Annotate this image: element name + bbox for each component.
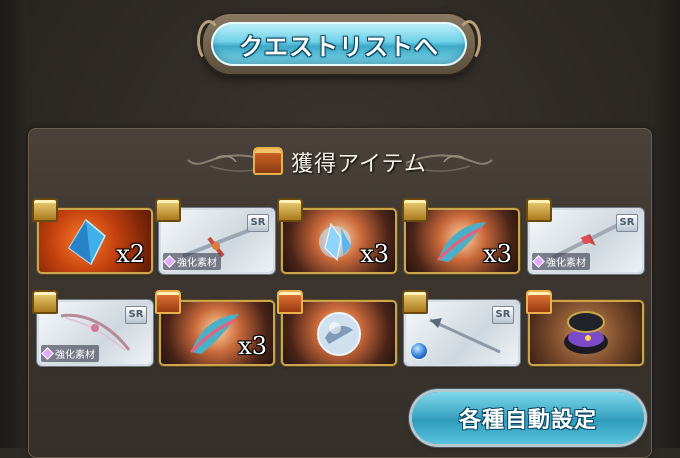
treasure-chest-icon bbox=[32, 290, 58, 314]
item-quantity: x2 bbox=[116, 240, 145, 268]
item-quantity: x3 bbox=[483, 240, 512, 268]
quest-list-label: クエストリストへ bbox=[239, 32, 439, 61]
enhancement-material-tag: 強化素材 bbox=[532, 253, 590, 270]
treasure-chest-icon bbox=[155, 198, 181, 222]
treasure-chest-icon bbox=[526, 198, 552, 222]
treasure-chest-icon bbox=[253, 147, 284, 175]
treasure-chest-icon bbox=[277, 290, 303, 314]
treasure-chest-icon bbox=[402, 198, 428, 222]
diamond-icon bbox=[532, 255, 545, 268]
diamond-icon bbox=[41, 347, 54, 360]
blue-crystal-icon bbox=[68, 218, 106, 266]
left-edge-shade bbox=[0, 0, 28, 448]
scale-fragment-icon bbox=[189, 314, 239, 354]
blue-shard-icon bbox=[319, 222, 351, 262]
treasure-chest-icon bbox=[277, 198, 303, 222]
treasure-chest-icon bbox=[526, 290, 552, 314]
rarity-badge: SR bbox=[492, 306, 514, 324]
items-panel-header: 獲得アイテム bbox=[0, 146, 680, 178]
water-element-icon bbox=[410, 342, 428, 360]
treasure-chest-icon bbox=[32, 198, 58, 222]
item-quantity: x3 bbox=[360, 240, 389, 268]
rarity-badge: SR bbox=[125, 306, 147, 324]
right-edge-shade bbox=[652, 0, 680, 448]
dragon-orb-icon bbox=[317, 312, 361, 356]
auto-settings-button[interactable]: 各種自動設定 bbox=[412, 392, 644, 444]
enhancement-material-tag: 強化素材 bbox=[41, 345, 99, 362]
item-quantity: x3 bbox=[238, 332, 267, 360]
rarity-badge: SR bbox=[616, 214, 638, 232]
quest-list-button-face[interactable]: クエストリストへ bbox=[211, 22, 467, 66]
quest-list-button[interactable]: クエストリストへ bbox=[197, 14, 481, 74]
enhancement-material-tag: 強化素材 bbox=[163, 253, 221, 270]
diamond-icon bbox=[163, 255, 176, 268]
items-panel-title: 獲得アイテム bbox=[291, 152, 427, 177]
auto-settings-label: 各種自動設定 bbox=[458, 408, 597, 433]
rarity-badge: SR bbox=[247, 214, 269, 232]
treasure-chest-icon bbox=[402, 290, 428, 314]
jewel-box-icon bbox=[564, 311, 608, 354]
treasure-chest-icon bbox=[155, 290, 181, 314]
